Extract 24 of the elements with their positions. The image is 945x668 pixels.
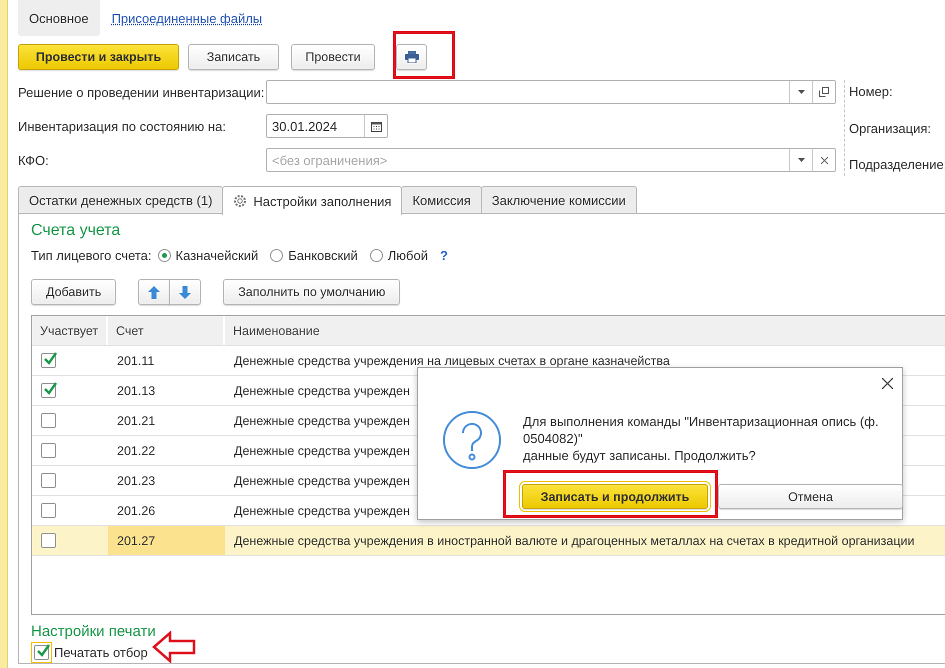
- field-label: Подразделение:: [849, 157, 945, 172]
- table-cell: 201.26: [117, 504, 156, 518]
- table-cell: Денежные средства учреждения на лицевых счетах в органе казначейства: [234, 354, 670, 368]
- table-cell: 201.22: [117, 444, 156, 458]
- table-cell: Денежные средства учрежден: [234, 384, 410, 398]
- field-label: Решение о проведении инвентаризации:: [18, 84, 266, 100]
- table-cell: 201.11: [117, 354, 154, 368]
- table-cell: Денежные средства учрежден: [234, 414, 410, 428]
- dialog-message: Для выполнения команды "Инвентаризационная опись (ф. 0504082)" данные будут записаны. Продолжить?: [523, 413, 879, 464]
- table-cell: 201.13: [117, 384, 156, 398]
- table-cell: 201.21: [117, 414, 156, 428]
- table-cell: Денежные средства учрежден: [234, 504, 410, 518]
- field-label: КФО:: [18, 152, 50, 168]
- table-cell: Денежные средства учреждения в иностранной валюте и драгоценных металлах на счетах в кредитной организации: [234, 534, 914, 548]
- section-title: Счета учета: [31, 222, 122, 241]
- table-cell: Денежные средства учрежден: [234, 474, 410, 488]
- table-cell: 201.23: [117, 474, 156, 488]
- section-title: Настройки печати: [31, 623, 157, 640]
- table-cell: 201.27: [117, 534, 156, 548]
- field-label: Номер:: [849, 84, 894, 99]
- field-label: Инвентаризация по состоянию на:: [18, 118, 227, 134]
- field-label: Организация:: [849, 120, 932, 136]
- account-type-label: Тип лицевого счета:: [31, 248, 152, 262]
- table-cell: Денежные средства учрежден: [234, 444, 410, 458]
